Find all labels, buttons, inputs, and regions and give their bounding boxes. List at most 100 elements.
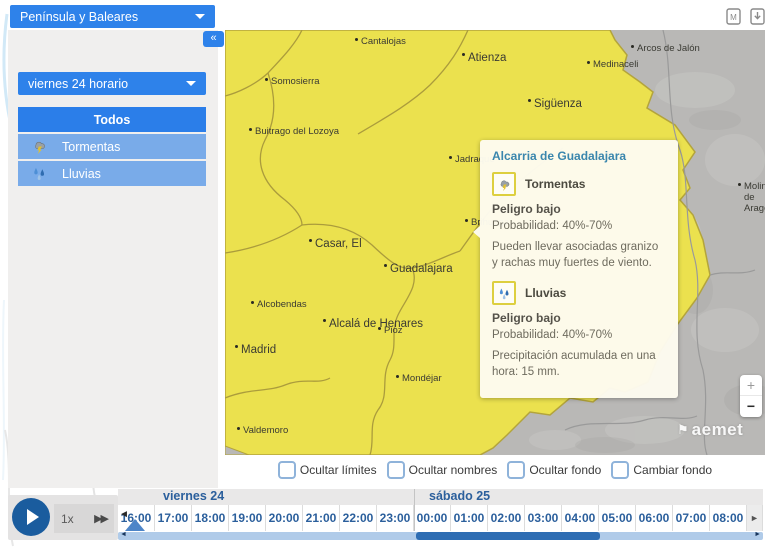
zoom-in-button[interactable]: + bbox=[740, 375, 762, 396]
map-document-button[interactable]: M bbox=[726, 8, 741, 30]
svg-text:M: M bbox=[730, 13, 737, 22]
time-cell-04:00[interactable]: 04:00 bbox=[562, 505, 599, 531]
map-zoom-control: + − bbox=[740, 375, 762, 417]
time-cell-18:00[interactable]: 18:00 bbox=[192, 505, 229, 531]
map-options-row: Ocultar límitesOcultar nombresOcultar fo… bbox=[225, 457, 765, 483]
place-name: Medinaceli bbox=[593, 59, 638, 70]
time-cell-05:00[interactable]: 05:00 bbox=[599, 505, 636, 531]
layer-label: Tormentas bbox=[62, 140, 120, 154]
speed-button[interactable]: 1x bbox=[61, 512, 74, 526]
place-name: Somosierra bbox=[271, 76, 320, 87]
place-label: Valdemoro bbox=[243, 426, 288, 437]
option-cambiar-fondo: Cambiar fondo bbox=[611, 461, 712, 479]
time-cell-00:00[interactable]: 00:00 bbox=[414, 505, 451, 531]
place-name: Pioz bbox=[384, 325, 402, 336]
time-cell-08:00[interactable]: 08:00 bbox=[710, 505, 747, 531]
time-cell-03:00[interactable]: 03:00 bbox=[525, 505, 562, 531]
place-name: Madrid bbox=[241, 344, 276, 356]
zoom-out-button[interactable]: − bbox=[740, 396, 762, 416]
time-cell-17:00[interactable]: 17:00 bbox=[155, 505, 192, 531]
warning-description: Pueden llevar asociadas granizo y rachas… bbox=[492, 239, 666, 271]
scrollbar-left-arrow-icon[interactable]: ◄ bbox=[120, 531, 127, 538]
place-name: Arcos de Jalón bbox=[637, 43, 700, 54]
place-dot bbox=[449, 156, 452, 159]
place-label: Sigüenza bbox=[534, 98, 582, 111]
place-label: Arcos de Jalón bbox=[637, 44, 700, 55]
aemet-logo-text: aemet bbox=[692, 420, 744, 440]
place-dot bbox=[587, 61, 590, 64]
place-label: Somosierra bbox=[271, 77, 320, 88]
time-cell-23:00[interactable]: 23:00 bbox=[377, 505, 414, 531]
place-dot bbox=[355, 38, 358, 41]
time-cell-07:00[interactable]: 07:00 bbox=[673, 505, 710, 531]
warning-probability: Probabilidad: 40%-70% bbox=[492, 220, 666, 232]
layer-button-todos[interactable]: Todos bbox=[18, 107, 206, 132]
place-dot bbox=[265, 78, 268, 81]
chevron-down-icon bbox=[195, 14, 205, 19]
place-name: Mondéjar bbox=[402, 373, 442, 384]
region-selector-dropdown[interactable]: Península y Baleares bbox=[10, 5, 215, 28]
time-cell-20:00[interactable]: 20:00 bbox=[266, 505, 303, 531]
timeline-day-header: viernes 24 sábado 25 bbox=[118, 489, 763, 505]
place-dot bbox=[631, 45, 634, 48]
time-selector-label: viernes 24 horario bbox=[28, 77, 128, 91]
warning-level: Peligro bajo bbox=[492, 311, 666, 325]
rain-icon bbox=[31, 165, 48, 182]
checkbox[interactable] bbox=[507, 461, 525, 479]
timeline: viernes 24 sábado 25 16:0017:0018:0019:00… bbox=[118, 489, 763, 540]
place-name: Cantalojas bbox=[361, 36, 406, 47]
place-label: Alcalá de Henares bbox=[329, 318, 423, 331]
warning-type: Lluvias bbox=[525, 286, 566, 300]
place-label: Mondéjar bbox=[402, 374, 442, 385]
place-dot bbox=[237, 427, 240, 430]
time-cell-19:00[interactable]: 19:00 bbox=[229, 505, 266, 531]
collapse-sidebar-button[interactable]: « bbox=[203, 31, 224, 47]
warning-lluvias: LluviasPeligro bajoProbabilidad: 40%-70%… bbox=[492, 281, 666, 380]
layer-list: Todos Tormentas Lluvias bbox=[18, 107, 206, 188]
time-selector-dropdown[interactable]: viernes 24 horario bbox=[18, 72, 206, 95]
scroll-right-icon[interactable]: ► bbox=[747, 505, 763, 531]
time-cell-02:00[interactable]: 02:00 bbox=[488, 505, 525, 531]
place-name: Valdemoro bbox=[243, 425, 288, 436]
time-cell-01:00[interactable]: 01:00 bbox=[451, 505, 488, 531]
download-button[interactable] bbox=[750, 8, 765, 30]
time-cell-21:00[interactable]: 21:00 bbox=[303, 505, 340, 531]
place-dot bbox=[462, 53, 465, 56]
checkbox[interactable] bbox=[611, 461, 629, 479]
warning-popup: Alcarria de Guadalajara TormentasPeligro… bbox=[480, 140, 678, 398]
aemet-logo-icon: ⚑ bbox=[677, 422, 689, 438]
place-dot bbox=[251, 301, 254, 304]
map-document-icon: M bbox=[726, 8, 741, 25]
aemet-attribution: ⚑ aemet bbox=[677, 420, 743, 440]
place-label: Alcobendas bbox=[257, 300, 307, 311]
day-label: viernes 24 bbox=[163, 489, 224, 503]
play-button[interactable] bbox=[12, 498, 50, 536]
storm-icon bbox=[31, 138, 48, 155]
checkbox[interactable] bbox=[387, 461, 405, 479]
place-name: Atienza bbox=[468, 52, 506, 64]
scrollbar-thumb[interactable] bbox=[416, 532, 600, 540]
timeline-hours: 16:0017:0018:0019:0020:0021:0022:0023:00… bbox=[118, 505, 763, 531]
timeline-scrollbar[interactable]: ◄ ► bbox=[118, 532, 763, 540]
chevron-down-icon bbox=[186, 81, 196, 86]
place-dot bbox=[384, 264, 387, 267]
warning-map[interactable]: Cantalojas Atienza Somosierra Medinaceli Arc… bbox=[225, 30, 765, 455]
option-label: Cambiar fondo bbox=[633, 463, 712, 477]
time-cell-06:00[interactable]: 06:00 bbox=[636, 505, 673, 531]
place-label: Guadalajara bbox=[390, 263, 453, 276]
option-label: Ocultar nombres bbox=[409, 463, 498, 477]
checkbox[interactable] bbox=[278, 461, 296, 479]
layer-button-lluvias[interactable]: Lluvias bbox=[18, 161, 206, 186]
place-label: Madrid bbox=[241, 344, 276, 357]
scrollbar-right-arrow-icon[interactable]: ► bbox=[754, 531, 761, 538]
current-time-marker[interactable] bbox=[125, 519, 145, 531]
aemet-warnings-app: Península y Baleares viernes 24 horario … bbox=[0, 0, 768, 547]
time-cell-22:00[interactable]: 22:00 bbox=[340, 505, 377, 531]
region-selector-label: Península y Baleares bbox=[20, 10, 138, 24]
place-label: Buitrago del Lozoya bbox=[255, 127, 339, 138]
layer-button-tormentas[interactable]: Tormentas bbox=[18, 134, 206, 159]
fast-forward-icon[interactable]: ▶▶ bbox=[94, 512, 107, 525]
warning-tormentas: TormentasPeligro bajoProbabilidad: 40%-7… bbox=[492, 172, 666, 271]
day-label: sábado 25 bbox=[429, 489, 490, 503]
place-label: Pioz bbox=[384, 326, 402, 337]
